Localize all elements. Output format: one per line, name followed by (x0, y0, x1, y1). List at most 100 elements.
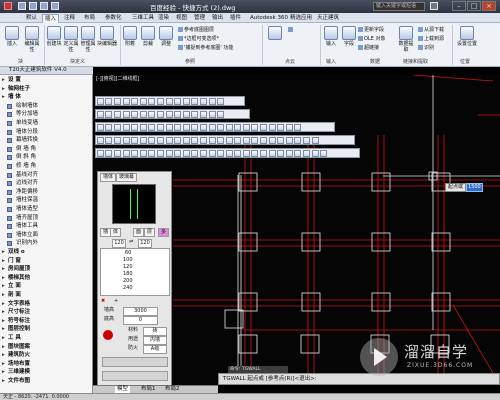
tab-output[interactable]: 输出 (210, 14, 225, 23)
tool-icon[interactable] (122, 124, 130, 131)
tool-icon[interactable] (156, 124, 164, 131)
tab-parametric[interactable]: 参数化 (103, 14, 124, 23)
tab-model[interactable]: 模型 (115, 386, 131, 393)
tool-icon[interactable] (105, 98, 113, 105)
add-icon[interactable]: + (114, 298, 118, 305)
menu-item[interactable]: 幕墙转换 (0, 137, 92, 144)
maximize-button[interactable]: □ (467, 1, 481, 11)
tool-icon[interactable] (268, 137, 276, 144)
width-option[interactable]: 100 (123, 257, 133, 264)
tool-icon[interactable] (113, 98, 121, 105)
wall-draw-icons[interactable] (102, 371, 168, 381)
menu-item[interactable]: 轴网柱子 (0, 86, 92, 93)
tool-icon[interactable] (251, 137, 259, 144)
menu-item[interactable]: 设 置 (0, 77, 92, 84)
tab-autodesk-360[interactable]: Autodesk 360 (248, 14, 290, 23)
wall-height-input[interactable]: 3000 (123, 307, 158, 316)
menu-item[interactable]: 房间屋顶 (0, 266, 92, 273)
floating-toolbar-1[interactable] (95, 96, 245, 106)
tool-icon[interactable] (139, 150, 147, 157)
tool-icon[interactable] (148, 150, 156, 157)
tool-icon[interactable] (156, 98, 164, 105)
base-height-input[interactable]: 0 (123, 316, 158, 325)
tool-icon[interactable] (191, 111, 199, 118)
menu-item[interactable]: 墙体分段 (0, 129, 92, 136)
tool-icon[interactable] (208, 124, 216, 131)
tool-icon[interactable] (174, 137, 182, 144)
redo-icon[interactable] (51, 2, 59, 10)
import-button[interactable]: 输入 (323, 26, 339, 47)
tool-icon[interactable] (139, 124, 147, 131)
left-width-value[interactable]: 120 (112, 239, 126, 248)
point-cloud-item[interactable] (288, 27, 294, 33)
underlay-layers-item[interactable]: 参考底图图层 (178, 27, 214, 33)
tool-icon[interactable] (260, 124, 268, 131)
menu-item[interactable]: 倒 斜 角 (0, 154, 92, 161)
tool-icon[interactable] (105, 150, 113, 157)
tool-icon[interactable] (217, 98, 225, 105)
record-icon[interactable] (103, 330, 113, 340)
menu-item[interactable]: 文件布图 (0, 378, 92, 385)
tab-insert[interactable]: 插入 (42, 14, 60, 23)
tool-icon[interactable] (182, 124, 190, 131)
block-editor-button[interactable]: 块编辑器 (97, 26, 117, 47)
tool-icon[interactable] (148, 98, 156, 105)
download-from-source-item[interactable]: 从源下载 (418, 27, 444, 33)
tool-icon[interactable] (182, 137, 190, 144)
tool-icon[interactable] (174, 98, 182, 105)
adjust-button[interactable]: 调整 (158, 26, 174, 47)
tool-icon[interactable] (208, 98, 216, 105)
menu-item[interactable]: 尺寸标注 (0, 309, 92, 316)
width-option[interactable]: 240 (123, 285, 133, 292)
tool-icon[interactable] (156, 111, 164, 118)
menu-item[interactable]: 净距偏移 (0, 189, 92, 196)
tool-icon[interactable] (285, 124, 293, 131)
menu-item[interactable]: 墙体工具 (0, 223, 92, 230)
floating-toolbar-5[interactable] (95, 148, 360, 158)
tool-icon[interactable] (199, 137, 207, 144)
create-block-button[interactable]: 创建块 (46, 26, 62, 47)
width-option[interactable]: 60 (125, 250, 131, 257)
tool-icon[interactable] (191, 124, 199, 131)
tool-icon[interactable] (148, 111, 156, 118)
edit-attribute-button[interactable]: 编辑属性 (23, 26, 41, 53)
hyperlink-item[interactable]: 超链接 (358, 45, 379, 51)
menu-item[interactable]: 边线对齐 (0, 180, 92, 187)
tool-icon[interactable] (182, 111, 190, 118)
menu-item[interactable]: 修 墙 角 (0, 163, 92, 170)
tool-icon[interactable] (217, 150, 225, 157)
tool-icon[interactable] (131, 124, 139, 131)
tool-icon[interactable] (294, 150, 302, 157)
delete-icon[interactable]: ✖ (101, 298, 105, 305)
right-width-value[interactable]: 120 (138, 239, 152, 248)
width-option[interactable]: 200 (123, 278, 133, 285)
tool-icon[interactable] (122, 98, 130, 105)
define-attribute-button[interactable]: 定义属性 (63, 26, 79, 53)
tool-icon[interactable] (285, 150, 293, 157)
tab-manage[interactable]: 管理 (192, 14, 207, 23)
menu-item[interactable]: 绘制墙体 (0, 103, 92, 110)
tool-icon[interactable] (174, 124, 182, 131)
tool-icon[interactable] (131, 111, 139, 118)
tool-icon[interactable] (242, 150, 250, 157)
tool-icon[interactable] (191, 150, 199, 157)
open-icon[interactable] (18, 2, 26, 10)
ole-object-item[interactable]: OLE 对象 (358, 36, 385, 42)
tab-featured-apps[interactable]: 精选应用 (288, 14, 314, 23)
tool-icon[interactable] (208, 111, 216, 118)
tool-icon[interactable] (225, 124, 233, 131)
menu-item[interactable]: 工 具 (0, 335, 92, 342)
tool-icon[interactable] (268, 124, 276, 131)
tool-icon[interactable] (105, 124, 113, 131)
tool-icon[interactable] (96, 98, 104, 105)
tool-icon[interactable] (294, 137, 302, 144)
tab-wall[interactable]: 墙体 (100, 173, 117, 182)
tab-curtain-wall[interactable]: 玻璃幕 (116, 173, 138, 182)
menu-item[interactable]: 图块图案 (0, 344, 92, 351)
tool-icon[interactable] (156, 150, 164, 157)
tool-icon[interactable] (105, 111, 113, 118)
tool-icon[interactable] (251, 150, 259, 157)
tool-icon[interactable] (260, 150, 268, 157)
tool-icon[interactable] (191, 98, 199, 105)
tab-3d-tools[interactable]: 三维工具 (130, 14, 156, 23)
